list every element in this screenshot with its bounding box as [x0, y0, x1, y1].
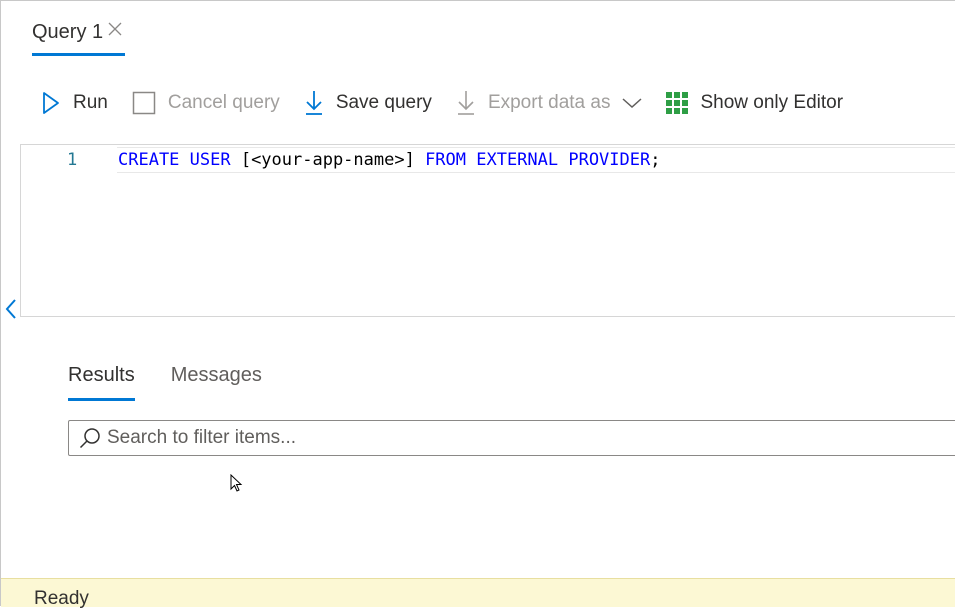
keyword-create-user: CREATE USER — [118, 150, 231, 170]
stop-icon — [132, 91, 156, 115]
chevron-left-icon[interactable] — [4, 299, 18, 319]
status-text: Ready — [34, 588, 89, 609]
download-icon — [305, 91, 322, 115]
search-icon — [79, 428, 100, 449]
query-toolbar: Run Cancel query Save query Export data … — [41, 87, 867, 119]
cancel-query-label: Cancel query — [167, 92, 280, 113]
keyword-from-external-provider: FROM EXTERNAL PROVIDER — [425, 150, 651, 170]
cancel-query-button[interactable]: Cancel query — [132, 91, 280, 115]
sql-editor[interactable]: 1 CREATE USER [<your-app-name>] FROM EXT… — [20, 144, 955, 317]
tab-label: Query 1 — [32, 20, 104, 43]
search-input[interactable] — [107, 427, 927, 449]
code-line[interactable]: CREATE USER [<your-app-name>] FROM EXTER… — [118, 150, 660, 170]
play-icon — [43, 92, 59, 114]
statement-terminator: ; — [650, 150, 661, 170]
tab-results[interactable]: Results — [68, 364, 135, 387]
export-download-icon — [457, 91, 474, 115]
show-only-editor-label: Show only Editor — [700, 92, 844, 113]
identifier: [<your-app-name>] — [230, 150, 426, 170]
line-number: 1 — [67, 150, 78, 170]
chevron-down-icon — [622, 98, 642, 109]
close-icon[interactable] — [107, 21, 123, 37]
results-tab-indicator — [68, 398, 135, 401]
run-button[interactable]: Run — [41, 91, 108, 115]
show-only-editor-button[interactable]: Show only Editor — [666, 92, 843, 114]
save-query-button[interactable]: Save query — [304, 90, 432, 116]
filter-search-box[interactable] — [68, 420, 955, 456]
export-data-label: Export data as — [487, 92, 611, 113]
export-data-button[interactable]: Export data as — [456, 90, 643, 116]
active-tab-indicator — [32, 53, 125, 56]
mouse-cursor-icon — [230, 474, 243, 492]
query-editor-window: Query 1 Run Cancel query Save query Expo… — [0, 0, 955, 609]
tab-messages[interactable]: Messages — [171, 364, 262, 387]
grid-icon — [666, 92, 689, 114]
save-query-label: Save query — [335, 92, 432, 113]
tab-query-1[interactable]: Query 1 — [32, 18, 123, 46]
results-tab-bar: Results Messages — [68, 364, 298, 387]
run-label: Run — [73, 92, 108, 113]
status-bar: Ready — [1, 578, 955, 609]
